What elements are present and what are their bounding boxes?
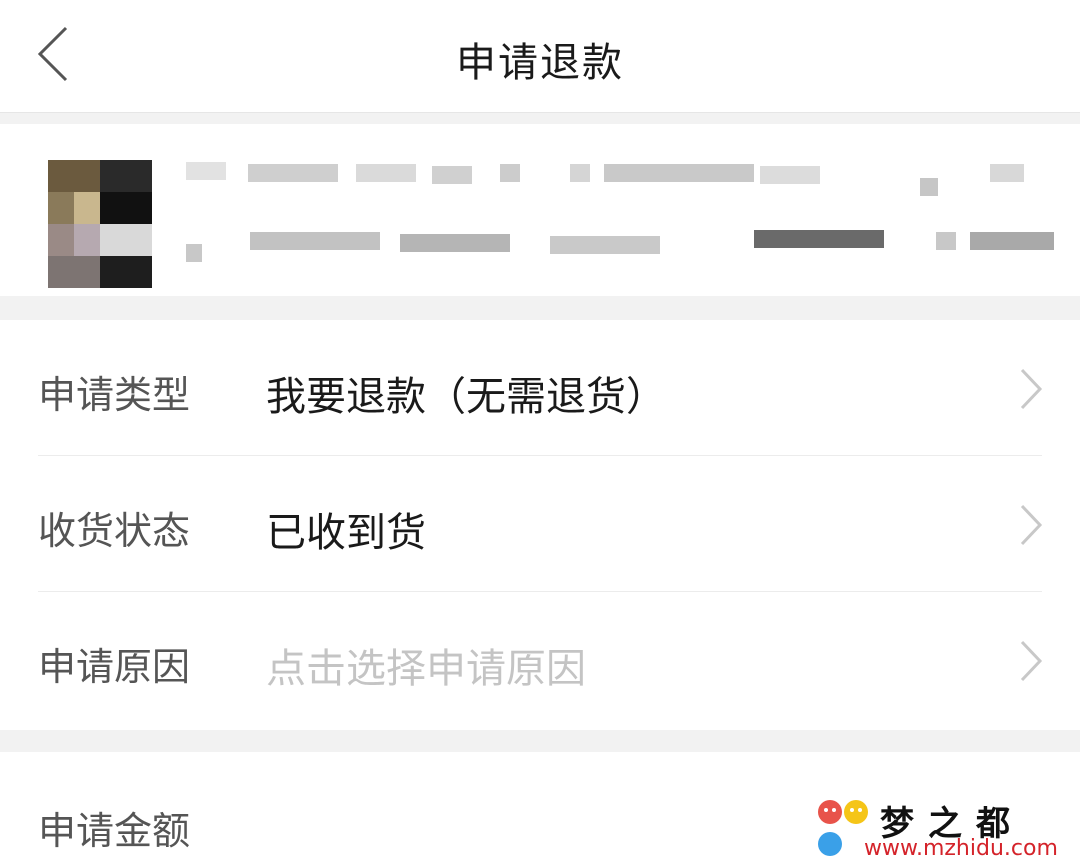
receipt-status-label: 收货状态 <box>38 509 191 553</box>
product-thumbnail <box>48 160 152 288</box>
row-apply-reason[interactable]: 申请原因 点击选择申请原因 <box>0 592 1080 727</box>
page-title: 申请退款 <box>456 40 624 86</box>
apply-reason-label: 申请原因 <box>38 645 191 689</box>
chevron-right-icon <box>1020 640 1043 682</box>
chevron-right-icon <box>1020 504 1043 546</box>
refund-form: 申请类型 我要退款（无需退货） 收货状态 已收到货 申请原因 点击选择申请原因 <box>0 320 1080 730</box>
product-card[interactable] <box>0 124 1080 296</box>
apply-type-label: 申请类型 <box>38 373 191 417</box>
apply-amount-label: 申请金额 <box>38 809 191 853</box>
apply-reason-placeholder: 点击选择申请原因 <box>266 646 586 692</box>
chevron-right-icon <box>1020 368 1043 410</box>
row-receipt-status[interactable]: 收货状态 已收到货 <box>0 456 1080 591</box>
apply-type-value: 我要退款（无需退货） <box>266 374 666 420</box>
receipt-status-value: 已收到货 <box>266 510 426 556</box>
watermark-logo: 梦之都 www.mzhidu.com <box>816 792 1066 864</box>
row-apply-type[interactable]: 申请类型 我要退款（无需退货） <box>0 320 1080 455</box>
nav-header: 申请退款 <box>0 0 1080 113</box>
watermark-url: www.mzhidu.com <box>864 836 1058 861</box>
